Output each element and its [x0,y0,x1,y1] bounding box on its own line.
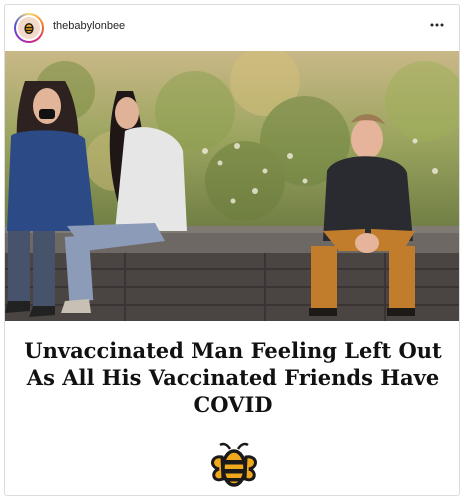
post-headline: Unvaccinated Man Feeling Left Out As All… [24,338,442,417]
babylon-bee-logo-icon [18,17,40,39]
username[interactable]: thebabylonbee [53,20,125,32]
photo-illustration [5,51,459,321]
babylon-bee-logo-icon [209,441,259,489]
instagram-post: thebabylonbee Unvaccinated Man Feeling L… [4,4,460,496]
post-photo[interactable] [5,51,459,321]
more-options-button[interactable] [427,15,447,35]
avatar[interactable] [14,13,44,43]
more-horizontal-icon [430,23,444,27]
post-header: thebabylonbee [5,5,459,49]
